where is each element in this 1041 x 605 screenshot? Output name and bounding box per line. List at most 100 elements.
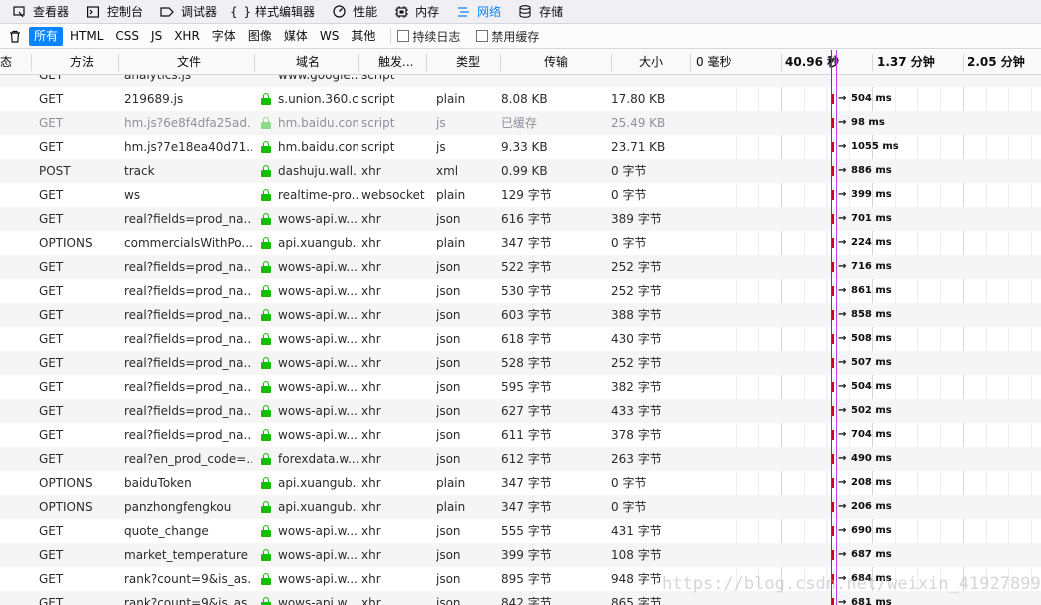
filter-button-3[interactable]: JS: [146, 27, 167, 46]
request-row[interactable]: GET hm.js?7e18ea40d71... hm.baidu.com scrip…: [0, 135, 1041, 159]
column-domain-header[interactable]: 域名: [296, 50, 346, 75]
waterfall-arrow-icon: →: [838, 141, 847, 152]
secure-lock-icon: [261, 549, 271, 561]
request-row[interactable]: GET real?fields=prod_na... wows-api.w... xh…: [0, 351, 1041, 375]
filter-button-4[interactable]: XHR: [169, 27, 205, 46]
request-transferred: 603 字节: [501, 308, 552, 322]
request-type: json: [436, 452, 461, 466]
clear-requests-trash-icon[interactable]: [4, 26, 26, 46]
waterfall-timing-bar: [832, 238, 834, 248]
toolbox-tab-4[interactable]: 性能: [324, 0, 386, 24]
request-domain: wows-api.w...: [278, 428, 358, 442]
request-cause: script: [361, 116, 395, 130]
request-row[interactable]: GET real?fields=prod_na... wows-api.w... xh…: [0, 327, 1041, 351]
request-time: 490 ms: [851, 453, 892, 464]
toolbox-tab-label: 样式编辑器: [255, 5, 316, 19]
column-method-header[interactable]: 方法: [70, 50, 120, 75]
secure-lock-icon: [261, 141, 271, 153]
waterfall-timing-bar: [832, 190, 834, 200]
waterfall-timing-bar: [832, 526, 834, 536]
request-domain: wows-api.w...: [278, 284, 358, 298]
filter-button-7[interactable]: 媒体: [279, 27, 313, 46]
filter-button-6[interactable]: 图像: [243, 27, 277, 46]
request-row[interactable]: OPTIONS commercialsWithPo... api.xuangub..…: [0, 231, 1041, 255]
waterfall-arrow-icon: →: [838, 381, 847, 392]
request-file: 219689.js: [124, 92, 184, 106]
filter-button-0[interactable]: 所有: [29, 26, 64, 46]
request-domain: hm.baidu.com: [278, 140, 358, 154]
request-row[interactable]: GET real?fields=prod_na... wows-api.w... xh…: [0, 423, 1041, 447]
request-method: GET: [39, 284, 64, 298]
request-method: GET: [39, 380, 64, 394]
request-row[interactable]: GET quote_change wows-api.w... xhr json 555 字…: [0, 519, 1041, 543]
disable-cache-checkbox[interactable]: 禁用缓存: [476, 28, 539, 45]
toolbox-tab-3[interactable]: { } 样式编辑器: [226, 0, 324, 24]
request-cause: xhr: [361, 572, 381, 586]
request-row[interactable]: OPTIONS panzhongfengkou api.xuangub... xhr p…: [0, 495, 1041, 519]
disable-cache-box[interactable]: [476, 30, 489, 42]
toolbox-tab-0[interactable]: 查看器: [4, 0, 78, 24]
request-method: GET: [39, 140, 64, 154]
filter-button-5[interactable]: 字体: [207, 27, 241, 46]
request-row[interactable]: GET real?fields=prod_na... wows-api.w... xh…: [0, 279, 1041, 303]
filter-button-9[interactable]: 其他: [346, 27, 380, 46]
request-row[interactable]: GET real?fields=prod_na... wows-api.w... xh…: [0, 399, 1041, 423]
toolbox-tab-7[interactable]: 存储: [510, 0, 572, 24]
filter-button-1[interactable]: HTML: [65, 27, 108, 46]
persist-logs-checkbox[interactable]: 持续日志: [397, 28, 460, 45]
request-time: 504 ms: [851, 381, 892, 392]
performance-icon: [332, 5, 346, 19]
memory-icon: [394, 5, 408, 19]
request-row[interactable]: OPTIONS baiduToken api.xuangub... xhr plain 3…: [0, 471, 1041, 495]
waterfall-label-0[interactable]: 0 毫秒: [696, 50, 756, 75]
secure-lock-icon: [261, 597, 271, 605]
request-transferred: 616 字节: [501, 212, 552, 226]
request-size: 0 字节: [611, 188, 647, 202]
column-size-header[interactable]: 大小: [639, 50, 679, 75]
column-status-header[interactable]: 态: [0, 50, 30, 75]
column-type-header[interactable]: 类型: [456, 50, 496, 75]
request-row[interactable]: GET real?en_prod_code=... forexdata.w... xh…: [0, 447, 1041, 471]
request-time: 502 ms: [851, 405, 892, 416]
request-row[interactable]: GET hm.js?6e8f4dfa25ad... hm.baidu.com scri…: [0, 111, 1041, 135]
request-row[interactable]: GET 219689.js s.union.360.cn script plain 8.0…: [0, 87, 1041, 111]
toolbox-tab-6[interactable]: 网络: [448, 0, 510, 24]
filter-button-group: 所有 HTML CSS JS XHR 字体 图像 媒体 WS 其他: [29, 26, 382, 46]
filter-button-2[interactable]: CSS: [110, 27, 144, 46]
waterfall-arrow-icon: →: [838, 453, 847, 464]
toolbox-tab-label: 性能: [353, 5, 378, 19]
request-method: GET: [39, 92, 64, 106]
toolbox-tab-1[interactable]: 控制台: [78, 0, 152, 24]
request-size: 0 字节: [611, 236, 647, 250]
persist-logs-box[interactable]: [397, 30, 410, 42]
request-method: GET: [39, 572, 64, 586]
request-size: 378 字节: [611, 428, 662, 442]
request-row[interactable]: GET real?fields=prod_na... wows-api.w... xh…: [0, 375, 1041, 399]
column-divider: [611, 54, 612, 71]
request-row[interactable]: GET real?fields=prod_na... wows-api.w... xh…: [0, 207, 1041, 231]
request-row[interactable]: GET real?fields=prod_na... wows-api.w... xh…: [0, 303, 1041, 327]
column-file-header[interactable]: 文件: [177, 50, 237, 75]
dom-content-loaded-marker: [831, 50, 832, 605]
secure-lock-icon: [261, 357, 271, 369]
filter-button-8[interactable]: WS: [315, 27, 344, 46]
request-file: real?fields=prod_na...: [124, 404, 252, 418]
toolbox-tab-2[interactable]: 调试器: [152, 0, 226, 24]
inspector-icon: [12, 5, 26, 19]
request-row[interactable]: GET market_temperature wows-api.w... xhr jso…: [0, 543, 1041, 567]
column-transferred-header[interactable]: 传输: [544, 50, 584, 75]
column-cause-header[interactable]: 触发...: [378, 50, 430, 75]
request-type: js: [436, 140, 446, 154]
request-row[interactable]: GET ws realtime-pro... websocket plain 129 字节…: [0, 183, 1041, 207]
waterfall-timing-bar: [832, 598, 834, 605]
waterfall-divider: [872, 54, 873, 71]
request-type: json: [436, 428, 461, 442]
request-method: GET: [39, 212, 64, 226]
request-row[interactable]: POST track dashuju.wall... xhr xml 0.99 KB 0 字…: [0, 159, 1041, 183]
toolbox-tab-label: 调试器: [181, 5, 218, 19]
request-row[interactable]: GET real?fields=prod_na... wows-api.w... xh…: [0, 255, 1041, 279]
request-method: GET: [39, 404, 64, 418]
request-type: json: [436, 308, 461, 322]
toolbox-tab-5[interactable]: 内存: [386, 0, 448, 24]
request-rows: GET analytics.js www.google... script GET 219…: [0, 63, 1041, 605]
